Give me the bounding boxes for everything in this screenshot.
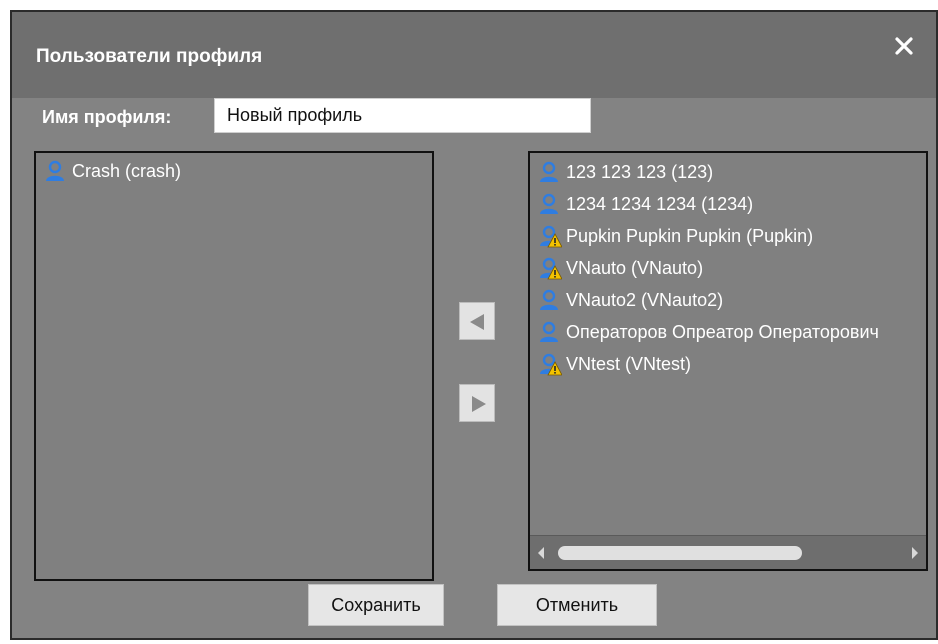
- list-item-label: 1234 1234 1234 (1234): [566, 193, 754, 214]
- list-item[interactable]: Операторов Опреатор Операторович: [530, 316, 926, 348]
- list-item[interactable]: 123 123 123 (123): [530, 156, 926, 188]
- horizontal-scrollbar[interactable]: [530, 535, 926, 569]
- list-item-label: VNauto2 (VNauto2): [566, 289, 724, 310]
- available-users-list[interactable]: Crash (crash): [34, 151, 434, 581]
- list-item[interactable]: VNauto (VNauto): [530, 252, 926, 284]
- list-item[interactable]: Crash (crash): [36, 155, 432, 187]
- user-icon: [538, 192, 562, 216]
- list-item[interactable]: Pupkin Pupkin Pupkin (Pupkin): [530, 220, 926, 252]
- profile-name-input[interactable]: [214, 98, 591, 133]
- user-icon: [538, 320, 562, 344]
- profile-users-list[interactable]: 123 123 123 (123) 1234 1234 1234 (1234) Pu…: [528, 151, 928, 571]
- arrow-right-icon: [472, 396, 486, 412]
- cancel-button[interactable]: Отменить: [497, 584, 657, 626]
- move-left-button[interactable]: [459, 302, 495, 340]
- scrollbar-thumb[interactable]: [558, 546, 802, 560]
- save-button[interactable]: Сохранить: [308, 584, 444, 626]
- user-icon: [538, 160, 562, 184]
- list-item-label: 123 123 123 (123): [566, 161, 714, 182]
- list-item-label: VNtest (VNtest): [566, 353, 692, 374]
- arrow-left-icon: [470, 314, 484, 330]
- list-item[interactable]: VNtest (VNtest): [530, 348, 926, 380]
- profile-name-label: Имя профиля:: [42, 107, 172, 127]
- move-right-button[interactable]: [459, 384, 495, 422]
- user-icon: [538, 288, 562, 312]
- dialog-title: Пользователи профиля: [36, 46, 263, 67]
- profile-users-dialog: Пользователи профиля Имя профиля: Crash …: [10, 10, 938, 640]
- close-icon[interactable]: [892, 34, 916, 58]
- user-warning-icon: [538, 256, 562, 280]
- scroll-right-icon[interactable]: [912, 547, 918, 559]
- list-item-label: VNauto (VNauto): [566, 257, 704, 278]
- user-icon: [44, 159, 68, 183]
- list-item[interactable]: VNauto2 (VNauto2): [530, 284, 926, 316]
- list-item-label: Crash (crash): [72, 160, 182, 181]
- user-warning-icon: [538, 224, 562, 248]
- list-item-label: Операторов Опреатор Операторович: [566, 321, 879, 342]
- list-item-label: Pupkin Pupkin Pupkin (Pupkin): [566, 225, 814, 246]
- dialog-titlebar: Пользователи профиля: [12, 12, 936, 98]
- scroll-left-icon[interactable]: [538, 547, 544, 559]
- user-warning-icon: [538, 352, 562, 376]
- list-item[interactable]: 1234 1234 1234 (1234): [530, 188, 926, 220]
